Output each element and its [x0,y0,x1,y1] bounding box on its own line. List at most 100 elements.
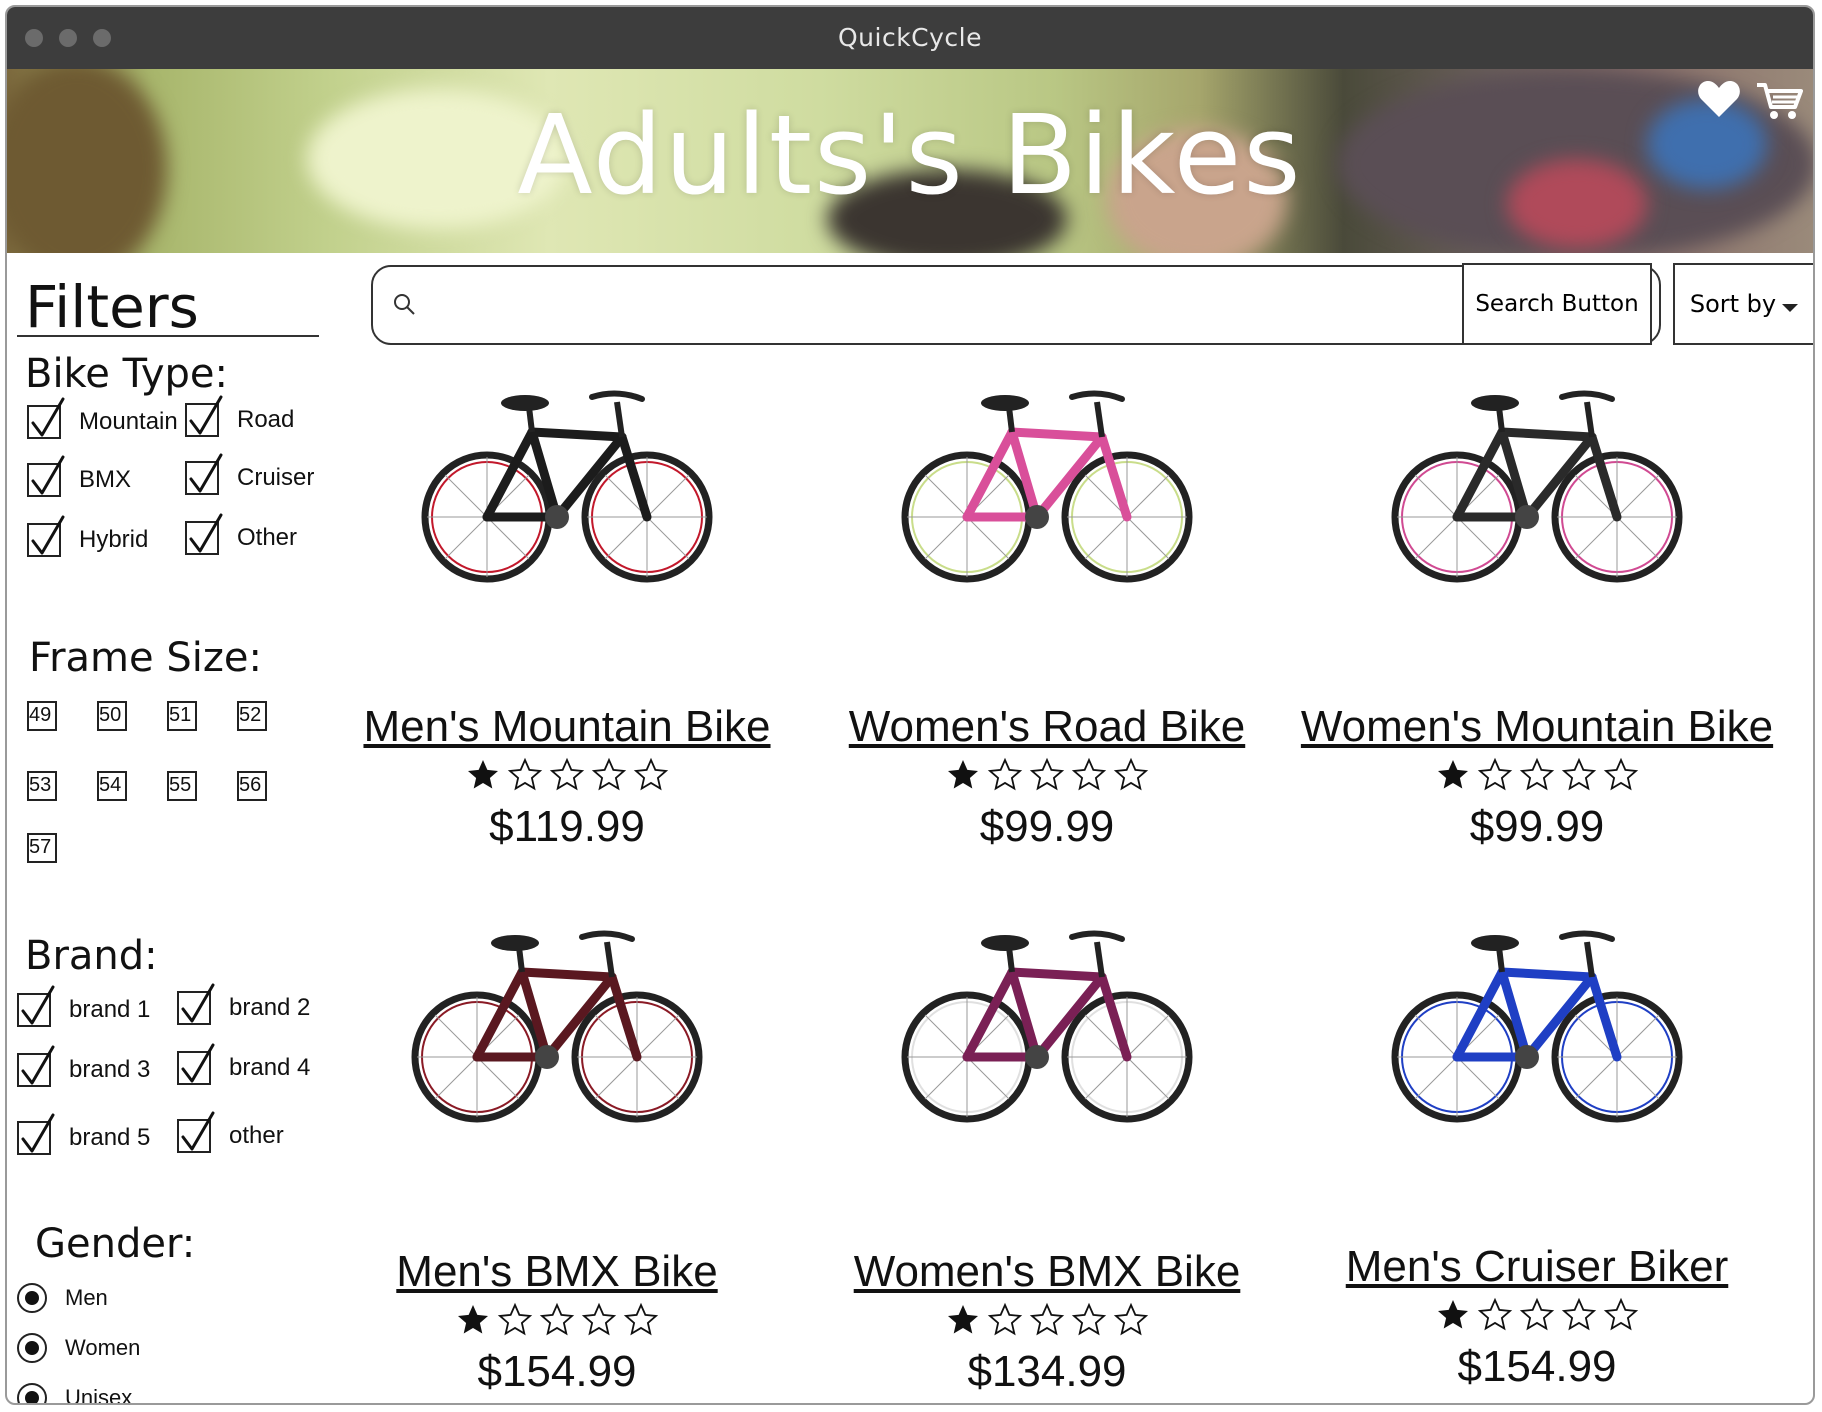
checkbox[interactable] [185,395,223,437]
product-image[interactable] [1387,907,1687,1142]
checkbox[interactable] [177,1111,215,1153]
radio-label: Men [65,1285,108,1310]
bike-type-cruiser-checkbox[interactable]: Cruiser [185,453,314,495]
product-name-link[interactable]: Men's Mountain Bike [327,702,807,752]
checkbox[interactable] [177,983,215,1025]
star-empty-icon[interactable] [1029,757,1065,798]
frame-size-55-checkbox[interactable]: 55 [167,771,197,801]
frame-size-50-checkbox[interactable]: 50 [97,701,127,731]
brand-brand-1-checkbox[interactable]: brand 1 [17,985,150,1027]
star-empty-icon[interactable] [1603,1297,1639,1338]
checkbox-label: Mountain [79,408,178,435]
checkbox[interactable] [177,1043,215,1085]
star-empty-icon[interactable] [497,1302,533,1343]
checkbox[interactable] [17,1113,55,1155]
star-filled-icon[interactable] [945,757,981,798]
frame-size-53-checkbox[interactable]: 53 [27,771,57,801]
search-icon [393,293,417,322]
search-button[interactable]: Search Button [1462,263,1652,345]
star-filled-icon[interactable] [465,757,501,798]
star-empty-icon[interactable] [549,757,585,798]
star-empty-icon[interactable] [591,757,627,798]
product-name-link[interactable]: Women's Mountain Bike [1297,702,1777,752]
checkbox[interactable] [17,1045,55,1087]
heart-icon[interactable] [1697,79,1741,124]
product-name-link[interactable]: Men's BMX Bike [317,1247,797,1297]
sort-by-label: Sort by [1689,290,1777,318]
product-card[interactable]: Women's Mountain Bike $99.99 [1297,347,1777,867]
product-card[interactable]: Men's Mountain Bike $119.99 [327,347,807,867]
star-filled-icon[interactable] [455,1302,491,1343]
bike-type-mountain-checkbox[interactable]: Mountain [27,397,178,439]
gender-men-radio[interactable]: Men [17,1283,108,1313]
app-window: QuickCycle Adults's Bikes Filters Bike T… [5,5,1815,1405]
star-empty-icon[interactable] [1029,1302,1065,1343]
brand-brand-4-checkbox[interactable]: brand 4 [177,1043,310,1085]
star-empty-icon[interactable] [1477,1297,1513,1338]
star-empty-icon[interactable] [1071,757,1107,798]
product-image[interactable] [417,367,717,602]
brand-other-checkbox[interactable]: other [177,1111,284,1153]
star-filled-icon[interactable] [945,1302,981,1343]
sort-by-dropdown[interactable]: Sort by [1673,263,1813,345]
checkbox[interactable] [27,397,65,439]
brand-brand-5-checkbox[interactable]: brand 5 [17,1113,150,1155]
radio-button[interactable] [17,1283,47,1313]
frame-size-49-checkbox[interactable]: 49 [27,701,57,731]
product-image[interactable] [897,907,1197,1142]
star-empty-icon[interactable] [633,757,669,798]
product-image[interactable] [897,367,1197,602]
brand-brand-2-checkbox[interactable]: brand 2 [177,983,310,1025]
frame-size-51-checkbox[interactable]: 51 [167,701,197,731]
star-empty-icon[interactable] [1071,1302,1107,1343]
frame-size-label: Frame Size: [29,635,262,681]
gender-women-radio[interactable]: Women [17,1333,140,1363]
checkbox[interactable] [27,515,65,557]
star-empty-icon[interactable] [1603,757,1639,798]
product-card[interactable]: Men's BMX Bike $154.99 [317,887,797,1403]
brand-brand-3-checkbox[interactable]: brand 3 [17,1045,150,1087]
star-empty-icon[interactable] [1477,757,1513,798]
checkbox[interactable] [185,513,223,555]
star-empty-icon[interactable] [987,1302,1023,1343]
checkbox[interactable] [17,985,55,1027]
checkbox-label: Hybrid [79,526,149,553]
search-input[interactable] [433,277,1437,335]
frame-size-54-checkbox[interactable]: 54 [97,771,127,801]
product-name-link[interactable]: Women's BMX Bike [807,1247,1287,1297]
star-filled-icon[interactable] [1435,1297,1471,1338]
product-card[interactable]: Women's BMX Bike $134.99 [807,887,1287,1403]
product-name-link[interactable]: Men's Cruiser Biker [1297,1242,1777,1292]
frame-size-56-checkbox[interactable]: 56 [237,771,267,801]
star-empty-icon[interactable] [1519,757,1555,798]
bike-type-bmx-checkbox[interactable]: BMX [27,455,131,497]
radio-button[interactable] [17,1383,47,1403]
radio-button[interactable] [17,1333,47,1363]
bike-type-road-checkbox[interactable]: Road [185,395,294,437]
checkbox[interactable] [185,453,223,495]
cart-icon[interactable] [1755,81,1803,126]
gender-unisex-radio[interactable]: Unisex [17,1383,132,1403]
rating-stars [807,757,1287,798]
product-card[interactable]: Women's Road Bike $99.99 [807,347,1287,867]
star-empty-icon[interactable] [1113,1302,1149,1343]
bike-type-other-checkbox[interactable]: Other [185,513,297,555]
checkbox[interactable] [27,455,65,497]
frame-size-57-checkbox[interactable]: 57 [27,833,57,863]
product-image[interactable] [407,907,707,1142]
star-filled-icon[interactable] [1435,757,1471,798]
product-image[interactable] [1387,367,1687,602]
product-name-link[interactable]: Women's Road Bike [807,702,1287,752]
star-empty-icon[interactable] [1561,757,1597,798]
star-empty-icon[interactable] [623,1302,659,1343]
product-card[interactable]: Men's Cruiser Biker $154.99 [1297,887,1777,1403]
star-empty-icon[interactable] [581,1302,617,1343]
star-empty-icon[interactable] [987,757,1023,798]
star-empty-icon[interactable] [507,757,543,798]
star-empty-icon[interactable] [1113,757,1149,798]
frame-size-52-checkbox[interactable]: 52 [237,701,267,731]
bike-type-hybrid-checkbox[interactable]: Hybrid [27,515,149,557]
star-empty-icon[interactable] [1561,1297,1597,1338]
star-empty-icon[interactable] [1519,1297,1555,1338]
star-empty-icon[interactable] [539,1302,575,1343]
